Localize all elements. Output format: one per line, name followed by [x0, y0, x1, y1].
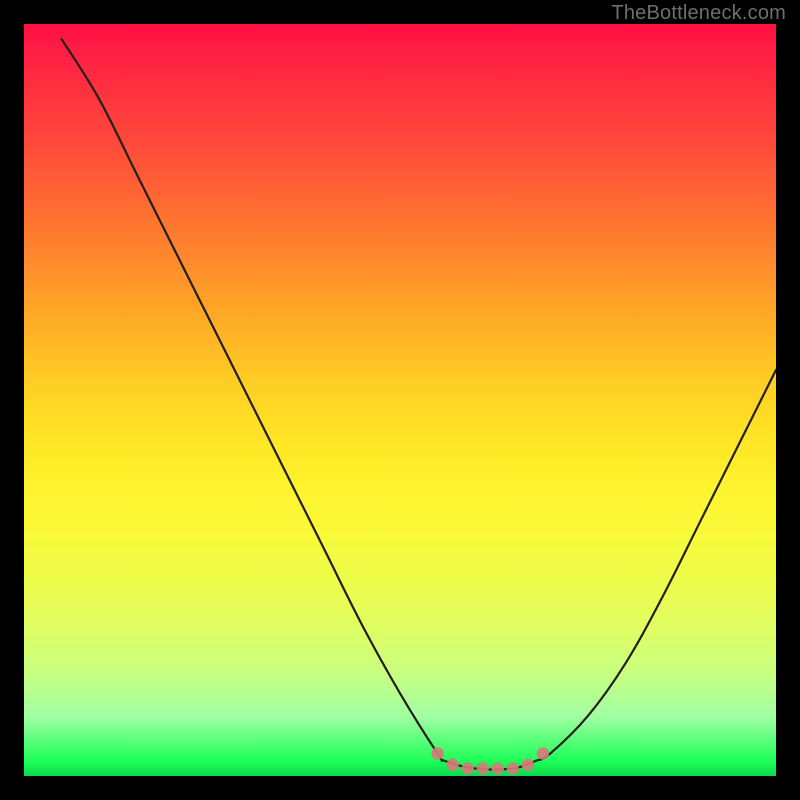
chart-frame: TheBottleneck.com — [0, 0, 800, 800]
marker-right-shoulder — [537, 747, 549, 759]
marker-f — [522, 759, 534, 771]
marker-left-shoulder — [431, 747, 443, 759]
marker-d — [492, 762, 504, 774]
marker-c — [477, 762, 489, 774]
plot-area — [24, 24, 776, 776]
marker-a — [446, 759, 458, 771]
marker-e — [507, 762, 519, 774]
marker-b — [461, 762, 473, 774]
bottleneck-curve — [62, 39, 776, 769]
watermark-text: TheBottleneck.com — [611, 2, 786, 25]
chart-svg — [24, 24, 776, 776]
